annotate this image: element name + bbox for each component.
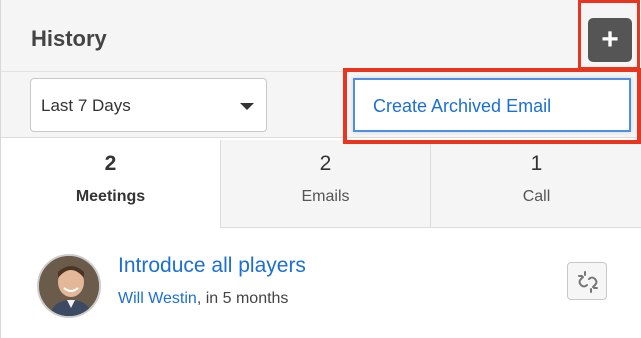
date-range-value: Last 7 Days bbox=[41, 96, 131, 115]
user-photo-icon bbox=[39, 256, 99, 316]
caret-down-icon bbox=[240, 103, 254, 110]
tab-count: 1 bbox=[530, 152, 543, 175]
date-range-select[interactable]: Last 7 Days bbox=[30, 78, 267, 132]
dashlet-header: History + bbox=[1, 0, 641, 72]
record-meta: Will Westin, in 5 months bbox=[118, 290, 288, 308]
tab-label: Meetings bbox=[75, 188, 146, 205]
history-dashlet: History + Last 7 Days 2 Meetings 2 Email… bbox=[0, 0, 641, 338]
tab-label: Call bbox=[522, 188, 551, 205]
unlink-button[interactable] bbox=[567, 262, 607, 300]
avatar[interactable] bbox=[37, 254, 101, 318]
unlink-icon bbox=[578, 271, 598, 293]
record-time: , in 5 months bbox=[196, 290, 289, 307]
assigned-user-link[interactable]: Will Westin bbox=[118, 290, 197, 307]
record-title-link[interactable]: Introduce all players bbox=[118, 254, 306, 278]
tab-emails[interactable]: 2 Emails bbox=[220, 140, 430, 228]
add-dropdown-menu: Create Archived Email bbox=[353, 78, 631, 132]
tab-count: 2 bbox=[319, 152, 332, 175]
dashlet-title: History bbox=[31, 26, 107, 51]
history-tabs: 2 Meetings 2 Emails 1 Call bbox=[1, 140, 641, 228]
tab-label: Emails bbox=[301, 188, 350, 205]
list-item: Introduce all players Will Westin, in 5 … bbox=[1, 228, 641, 338]
tab-calls[interactable]: 1 Call bbox=[430, 140, 641, 228]
menu-item-create-archived-email[interactable]: Create Archived Email bbox=[373, 96, 551, 117]
tab-meetings[interactable]: 2 Meetings bbox=[1, 140, 220, 228]
add-button[interactable]: + bbox=[588, 18, 632, 62]
tab-count: 2 bbox=[104, 152, 117, 175]
